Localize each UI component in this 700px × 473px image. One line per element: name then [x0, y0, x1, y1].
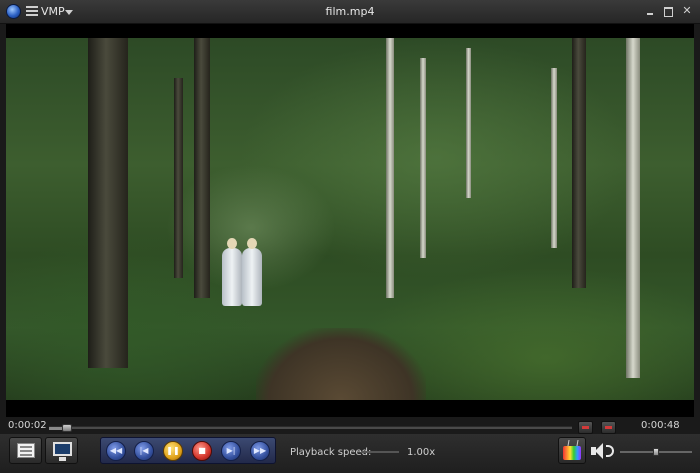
- tree-trunk: [194, 38, 210, 298]
- playback-speed-label: Playback speed:: [290, 447, 372, 458]
- previous-button[interactable]: |◀: [134, 441, 154, 461]
- figure: [222, 238, 242, 306]
- minimize-button[interactable]: [643, 4, 657, 18]
- monitor-stand: [59, 457, 66, 461]
- skip-back-icon: |◀: [139, 446, 149, 455]
- maximize-button[interactable]: [661, 4, 675, 18]
- birch-trunk: [551, 68, 557, 248]
- playlist-icon: [17, 443, 35, 458]
- loop-start-button[interactable]: [578, 421, 593, 434]
- rewind-button[interactable]: ◀◀: [106, 441, 126, 461]
- birch-trunk: [386, 38, 394, 298]
- playlist-button[interactable]: [9, 437, 42, 464]
- screen-button[interactable]: [45, 437, 78, 464]
- tree-trunk: [174, 78, 183, 278]
- total-time: 0:00:48: [641, 420, 680, 431]
- seek-bar[interactable]: [49, 424, 572, 432]
- volume-handle[interactable]: [653, 448, 659, 456]
- seek-handle[interactable]: [62, 424, 73, 432]
- close-button[interactable]: ✕: [680, 4, 694, 18]
- birch-trunk: [466, 48, 471, 198]
- stop-icon: ■: [198, 446, 206, 455]
- playback-speed-value: 1.00x: [407, 447, 436, 458]
- tree-trunk: [572, 38, 586, 288]
- transport-controls: ◀◀ |◀ ❚❚ ■ ▶| ▶▶: [100, 437, 276, 464]
- forest-path: [256, 328, 426, 400]
- tv-button[interactable]: [558, 437, 586, 464]
- birch-trunk: [420, 58, 426, 258]
- monitor-icon: [53, 442, 72, 456]
- fast-forward-icon: ▶▶: [253, 446, 267, 455]
- fast-forward-button[interactable]: ▶▶: [250, 441, 270, 461]
- elapsed-time: 0:00:02: [8, 420, 47, 431]
- video-frame: [6, 38, 694, 400]
- birch-trunk: [626, 38, 640, 378]
- window-title: film.mp4: [325, 5, 375, 18]
- video-viewport[interactable]: [6, 24, 694, 417]
- title-bar: VMP film.mp4 ✕: [0, 0, 700, 24]
- volume-slider[interactable]: [620, 448, 692, 456]
- skip-forward-icon: ▶|: [226, 446, 236, 455]
- rewind-icon: ◀◀: [109, 446, 123, 455]
- tree-trunk: [88, 38, 128, 368]
- playback-speed-slider[interactable]: [361, 451, 399, 453]
- figure: [242, 238, 262, 306]
- stop-button[interactable]: ■: [192, 441, 212, 461]
- pause-button[interactable]: ❚❚: [163, 441, 183, 461]
- loop-end-button[interactable]: [601, 421, 616, 434]
- next-button[interactable]: ▶|: [221, 441, 241, 461]
- pause-icon: ❚❚: [166, 446, 180, 455]
